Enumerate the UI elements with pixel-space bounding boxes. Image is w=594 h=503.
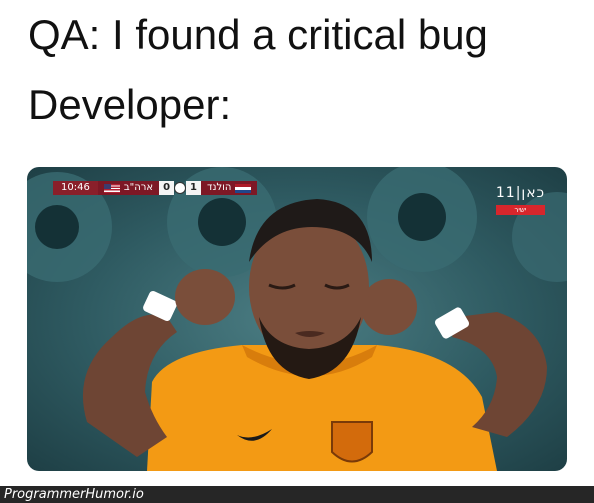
team-right: הולנד bbox=[201, 181, 258, 195]
netherlands-flag-icon bbox=[235, 183, 252, 193]
team-left: ארה"ב bbox=[97, 181, 160, 195]
caption-line-1: QA: I found a critical bug bbox=[28, 11, 488, 58]
scorebar: 10:46 ארה"ב 0 1 הולנד bbox=[53, 181, 258, 195]
usa-flag-icon bbox=[103, 183, 120, 193]
match-time: 10:46 bbox=[53, 181, 98, 195]
score-left: 0 bbox=[159, 181, 175, 195]
channel-name: כאן|11 bbox=[495, 185, 545, 201]
watermark-bar: ProgrammerHumor.io bbox=[0, 486, 594, 503]
team-right-name: הולנד bbox=[207, 182, 232, 193]
score-right: 1 bbox=[186, 181, 202, 195]
watermark-text: ProgrammerHumor.io bbox=[4, 487, 144, 502]
live-badge: ישיר bbox=[495, 205, 545, 215]
meme-photo: 10:46 ארה"ב 0 1 הולנד כאן|11 ישיר bbox=[27, 167, 567, 471]
photo-illustration bbox=[27, 167, 567, 471]
channel-logo: כאן|11 ישיר bbox=[495, 185, 545, 215]
caption-line-2: Developer: bbox=[28, 81, 232, 128]
soccer-ball-icon bbox=[174, 182, 187, 194]
team-left-name: ארה"ב bbox=[123, 182, 154, 193]
